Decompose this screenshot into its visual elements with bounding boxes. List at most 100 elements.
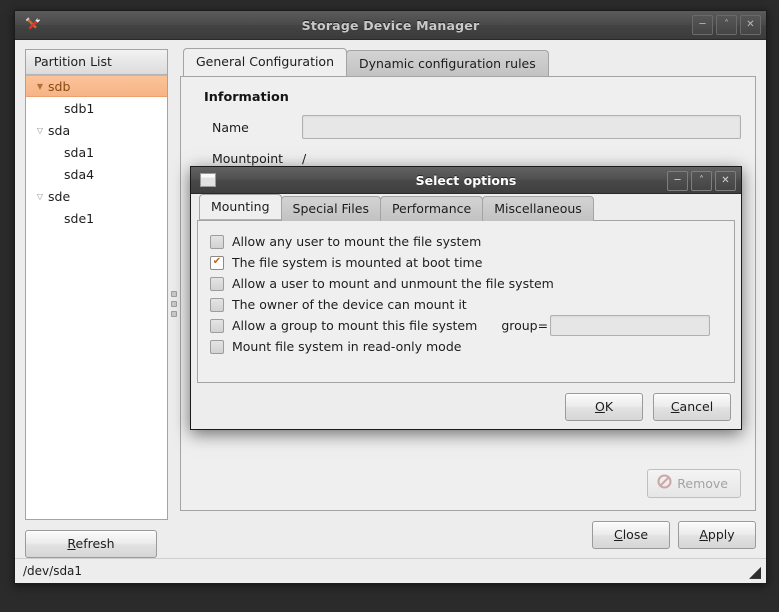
tree-item-label: sda4 <box>64 166 95 182</box>
splitter-grip-icon <box>171 290 177 317</box>
tab-special-files[interactable]: Special Files <box>280 196 381 221</box>
mounting-panel: Allow any user to mount the file system … <box>197 220 735 383</box>
tree-item-label: sde <box>48 188 71 204</box>
option-label: Allow any user to mount the file system <box>232 234 482 249</box>
partition-tree[interactable]: ▼ sdb sdb1 ▽ sda sda1 sda4 ▽ sde sde1 <box>26 75 167 229</box>
tree-item-sda[interactable]: ▽ sda <box>26 119 167 141</box>
tree-item-label: sda <box>48 122 71 138</box>
tree-item-sda4[interactable]: sda4 <box>26 163 167 185</box>
resize-grip-icon[interactable] <box>747 565 763 581</box>
option-label: The owner of the device can mount it <box>232 297 467 312</box>
partition-list-header: Partition List <box>26 50 167 75</box>
tree-item-label: sda1 <box>64 144 95 160</box>
tab-dynamic-configuration-rules[interactable]: Dynamic configuration rules <box>346 50 549 77</box>
option-label: Allow a user to mount and unmount the fi… <box>232 276 554 291</box>
cancel-mnemonic: C <box>670 399 680 414</box>
apply-mnemonic: A <box>699 527 708 542</box>
cancel-button[interactable]: Cancel <box>653 393 731 421</box>
close-button[interactable]: ✕ <box>740 15 761 35</box>
group-label: group= <box>501 318 549 333</box>
remove-button-label: Remove <box>677 475 728 491</box>
mountpoint-field-row: Mountpoint / <box>195 151 741 166</box>
ok-button[interactable]: OK <box>565 393 643 421</box>
tab-miscellaneous[interactable]: Miscellaneous <box>482 196 594 221</box>
name-input[interactable] <box>302 115 741 139</box>
tree-item-sda1[interactable]: sda1 <box>26 141 167 163</box>
group-field-wrap: group= <box>501 315 711 336</box>
tab-performance[interactable]: Performance <box>379 196 484 221</box>
checkbox-icon[interactable] <box>210 255 224 270</box>
checkbox-icon[interactable] <box>210 318 224 333</box>
tree-item-sde1[interactable]: sde1 <box>26 207 167 229</box>
expander-icon[interactable]: ▼ <box>32 82 48 91</box>
left-pane: Partition List ▼ sdb sdb1 ▽ sda sda1 sda… <box>25 49 168 558</box>
tree-item-sdb[interactable]: ▼ sdb <box>26 75 167 97</box>
mountpoint-value: / <box>302 151 307 166</box>
expander-icon[interactable]: ▽ <box>32 192 48 201</box>
close-label-rest: lose <box>622 527 649 542</box>
mountpoint-label: Mountpoint <box>212 151 284 166</box>
main-titlebar[interactable]: Storage Device Manager ─ ˄ ✕ <box>15 11 766 40</box>
window-icon <box>200 173 216 187</box>
close-window-button[interactable]: Close <box>592 521 670 549</box>
refresh-button-wrap: Refresh <box>25 520 168 558</box>
partition-list[interactable]: Partition List ▼ sdb sdb1 ▽ sda sda1 sda… <box>25 49 168 520</box>
group-input[interactable] <box>550 315 711 336</box>
tree-item-sde[interactable]: ▽ sde <box>26 185 167 207</box>
option-read-only[interactable]: Mount file system in read-only mode <box>210 336 722 357</box>
statusbar: /dev/sda1 <box>15 558 766 583</box>
checkbox-icon[interactable] <box>210 339 224 354</box>
ok-mnemonic: O <box>594 399 605 414</box>
option-label: The file system is mounted at boot time <box>232 255 483 270</box>
main-tabbar: General Configuration Dynamic configurat… <box>180 48 756 77</box>
tab-general-configuration[interactable]: General Configuration <box>183 48 348 76</box>
statusbar-text: /dev/sda1 <box>23 564 83 578</box>
dialog-buttons: OK Cancel <box>197 383 735 421</box>
option-label: Mount file system in read-only mode <box>232 339 462 354</box>
option-label: Allow a group to mount this file system <box>232 318 478 333</box>
desktop-background: Storage Device Manager ─ ˄ ✕ Partition L… <box>0 0 779 612</box>
tree-item-sdb1[interactable]: sdb1 <box>26 97 167 119</box>
name-label: Name <box>212 119 249 135</box>
checkbox-icon[interactable] <box>210 297 224 312</box>
name-field-row: Name <box>195 115 741 139</box>
dialog-body: Mounting Special Files Performance Misce… <box>191 194 741 429</box>
refresh-button-label-rest: efresh <box>75 536 115 551</box>
minimize-button[interactable]: ─ <box>692 15 713 35</box>
option-owner-can-mount[interactable]: The owner of the device can mount it <box>210 294 722 315</box>
window-title: Storage Device Manager <box>301 17 480 33</box>
tab-mounting[interactable]: Mounting <box>199 194 282 220</box>
dialog-window-controls: ─ ˄ ✕ <box>667 171 736 191</box>
dialog-minimize-button[interactable]: ─ <box>667 171 688 191</box>
dialog-tabbar: Mounting Special Files Performance Misce… <box>197 194 735 221</box>
close-mnemonic: C <box>613 527 623 542</box>
tree-item-label: sdb <box>48 78 71 94</box>
apply-label-rest: pply <box>707 527 735 542</box>
dialog-title: Select options <box>415 172 517 188</box>
information-section-title: Information <box>204 90 289 105</box>
option-user-mount-unmount[interactable]: Allow a user to mount and unmount the fi… <box>210 273 722 294</box>
option-group-mount[interactable]: Allow a group to mount this file system … <box>210 315 722 336</box>
dialog-titlebar[interactable]: Select options ─ ˄ ✕ <box>191 167 741 194</box>
apply-button[interactable]: Apply <box>678 521 756 549</box>
pane-splitter[interactable] <box>168 49 180 558</box>
remove-button[interactable]: Remove <box>647 469 741 498</box>
remove-area: Remove <box>647 469 741 498</box>
refresh-mnemonic: R <box>67 536 76 551</box>
cancel-label-rest: ancel <box>679 399 714 414</box>
select-options-dialog: Select options ─ ˄ ✕ Mounting Special Fi… <box>190 166 742 430</box>
main-window-controls: ─ ˄ ✕ <box>692 15 761 35</box>
main-footer-buttons: Close Apply <box>180 511 756 558</box>
option-mounted-at-boot[interactable]: The file system is mounted at boot time <box>210 252 722 273</box>
ok-label-rest: K <box>604 399 614 414</box>
maximize-button[interactable]: ˄ <box>716 15 737 35</box>
expander-icon[interactable]: ▽ <box>32 126 48 135</box>
option-allow-any-user-mount[interactable]: Allow any user to mount the file system <box>210 231 722 252</box>
dialog-close-button[interactable]: ✕ <box>715 171 736 191</box>
dialog-maximize-button[interactable]: ˄ <box>691 171 712 191</box>
no-entry-icon <box>657 474 672 492</box>
refresh-button[interactable]: Refresh <box>25 530 157 558</box>
checkbox-icon[interactable] <box>210 276 224 291</box>
checkbox-icon[interactable] <box>210 234 224 249</box>
tree-item-label: sde1 <box>64 210 95 226</box>
